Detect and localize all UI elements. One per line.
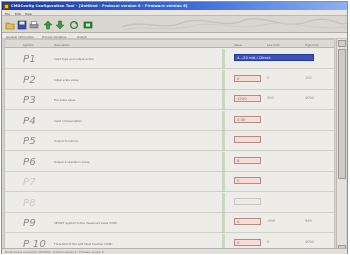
refresh-icon[interactable] (69, 20, 79, 30)
row-accent (222, 49, 225, 69)
table-row[interactable]: P7 0 (5, 172, 334, 192)
row-accent (222, 69, 225, 90)
app-icon (4, 3, 9, 9)
parameter-symbol: P3 (23, 95, 36, 106)
parameter-grid: Symbol Description Value Low limit High … (4, 39, 335, 253)
column-value[interactable]: Value (234, 43, 242, 47)
connect-icon[interactable] (83, 20, 93, 30)
parameter-symbol: P7 (23, 177, 36, 188)
parameter-value-field[interactable]: 4...20 mA / Direct (234, 54, 314, 61)
parameter-high-limit: 999 (305, 219, 312, 223)
toolbar (2, 16, 347, 33)
row-accent (222, 172, 225, 192)
column-high-limit[interactable]: High limit (305, 43, 318, 47)
print-icon[interactable] (29, 20, 39, 30)
parameter-value-field[interactable]: 0 (234, 238, 261, 246)
parameter-value-field[interactable]: 0 (234, 74, 261, 82)
parameter-high-limit: 4000 (305, 96, 314, 100)
parameter-symbol: P9 (23, 218, 36, 229)
scroll-up-button[interactable] (338, 40, 346, 47)
title-bar[interactable]: CMDConfig Configuration Tool - [Untitled… (2, 2, 347, 10)
parameter-description: Output Functions (54, 139, 78, 143)
scroll-thumb[interactable] (338, 49, 346, 179)
parameter-symbol: P4 (23, 115, 36, 127)
parameter-high-limit: 100 (305, 75, 312, 80)
parameter-symbol: P5 (23, 136, 36, 147)
parameter-description: SETSET applied to the measured value (OO… (54, 221, 118, 225)
menu-help[interactable]: Help (25, 12, 32, 16)
parameter-description: Threshold of the Soft Start function (OO… (54, 241, 113, 246)
table-row[interactable]: P4 Input compensation 0.00 (5, 110, 334, 131)
menu-file[interactable]: File (5, 12, 10, 16)
table-row[interactable]: P6 Output 2 operation mode 8 (5, 151, 334, 172)
row-accent (222, 151, 225, 172)
row-accent (222, 213, 225, 233)
app-window: CMDConfig Configuration Tool - [Untitled… (1, 1, 348, 254)
parameter-high-limit: 4000 (305, 239, 314, 244)
parameter-description: Full scale value (54, 98, 76, 102)
parameter-description: Input compensation (54, 118, 82, 123)
tab-process-variables[interactable]: Process Variables (42, 35, 66, 39)
save-icon[interactable] (17, 20, 27, 30)
status-bar: Model device connected: CDC1000 - Protoc… (2, 248, 347, 254)
grid-header: Symbol Description Value Low limit High … (5, 40, 334, 48)
status-text: Model device connected: CDC1000 - Protoc… (5, 250, 104, 254)
column-low-limit[interactable]: Low limit (267, 43, 280, 47)
parameter-description: Initial scale value (54, 77, 79, 82)
parameter-value-field[interactable] (234, 197, 261, 205)
parameter-symbol: P2 (23, 74, 36, 86)
parameter-low-limit: 0 (267, 75, 270, 80)
vertical-scrollbar[interactable] (336, 39, 346, 253)
table-row[interactable]: P9 SETSET applied to the measured value (… (5, 213, 334, 233)
table-row[interactable]: P8 (5, 192, 334, 213)
background-watermark (122, 18, 347, 31)
open-icon[interactable] (5, 20, 15, 30)
parameter-description: Input type and output action (54, 57, 95, 61)
parameter-value-field[interactable] (234, 136, 261, 143)
download-icon[interactable] (55, 20, 65, 30)
parameter-value-field[interactable]: 0 (234, 218, 261, 225)
table-row[interactable]: P1 Input type and output action 4...20 mA … (5, 49, 334, 69)
table-row[interactable]: P2 Initial scale value 0 0 100 (5, 69, 334, 90)
column-symbol[interactable]: Symbol (23, 43, 33, 47)
parameter-description: Output 2 operation mode (54, 159, 90, 164)
menu-edit[interactable]: Edit (15, 12, 21, 16)
table-row[interactable]: P5 Output Functions (5, 131, 334, 151)
window-title: CMDConfig Configuration Tool - [Untitled… (11, 4, 188, 8)
column-description[interactable]: Description (54, 43, 70, 47)
tab-general-information[interactable]: General Information (6, 35, 34, 39)
upload-icon[interactable] (43, 20, 53, 30)
row-accent (222, 192, 225, 213)
parameter-value-field[interactable]: 0.00 (234, 115, 261, 123)
parameter-low-limit: -999 (267, 219, 275, 223)
parameter-low-limit: 0 (267, 239, 270, 244)
tab-output[interactable]: Output (77, 35, 87, 39)
table-row[interactable]: P3 Full scale value 1200 300 4000 (5, 90, 334, 110)
row-accent (222, 110, 225, 131)
parameter-value-field[interactable]: 1200 (234, 95, 261, 102)
parameter-symbol: P8 (23, 197, 36, 209)
parameter-symbol: P6 (23, 156, 36, 168)
parameter-low-limit: 300 (267, 96, 274, 100)
row-accent (222, 131, 225, 151)
parameter-value-field[interactable]: 8 (234, 156, 261, 164)
parameter-symbol: P1 (23, 54, 36, 65)
row-accent (222, 90, 225, 110)
parameter-value-field[interactable]: 0 (234, 177, 261, 184)
